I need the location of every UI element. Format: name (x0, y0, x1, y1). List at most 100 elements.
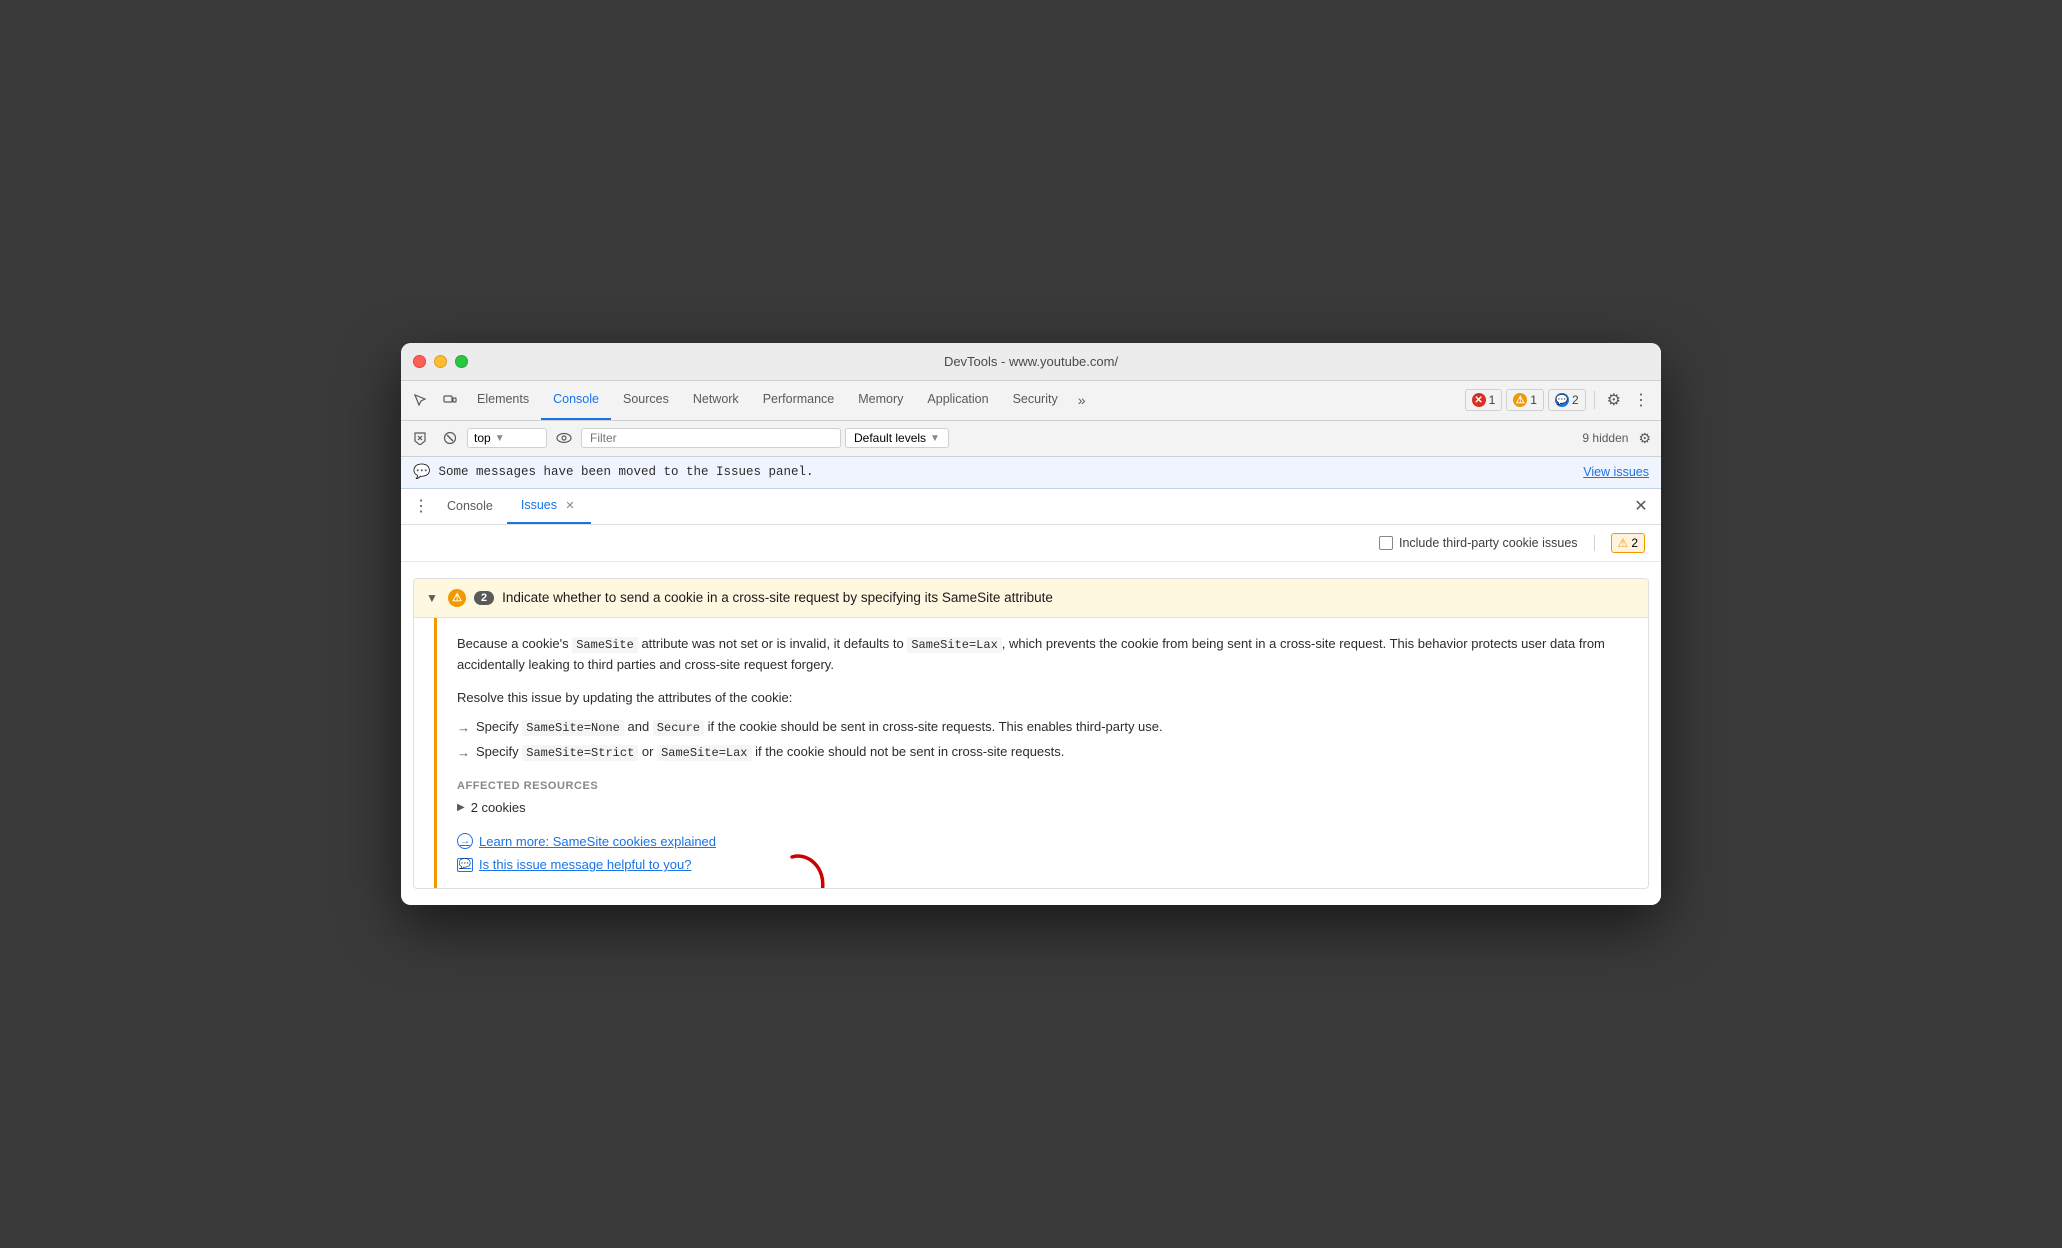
affected-section: AFFECTED RESOURCES ▶ 2 cookies (457, 780, 1628, 817)
bullet-1-text: Specify SameSite=None and Secure if the … (476, 717, 1163, 738)
clear-console-icon[interactable] (407, 425, 433, 451)
issue-count-badge: 2 (474, 591, 494, 605)
context-selector[interactable]: top ▼ (467, 428, 547, 448)
inspect-element-icon[interactable] (405, 385, 435, 415)
bullet-item-2: → Specify SameSite=Strict or SameSite=La… (457, 740, 1628, 766)
sub-tabs-bar: ⋮ Console Issues ✕ ✕ (401, 489, 1661, 525)
resolve-text: Resolve this issue by updating the attri… (457, 690, 1628, 705)
tab-sources[interactable]: Sources (611, 381, 681, 420)
learn-more-link[interactable]: → Learn more: SameSite cookies explained (457, 833, 1628, 849)
code-none: SameSite=None (522, 720, 624, 736)
warning-total-count: 2 (1631, 536, 1638, 550)
bullet-2-text: Specify SameSite=Strict or SameSite=Lax … (476, 742, 1064, 763)
issue-description: Because a cookie's SameSite attribute wa… (457, 634, 1628, 676)
close-button[interactable] (413, 355, 426, 368)
levels-label: Default levels (854, 431, 926, 445)
devtools-window: DevTools - www.youtube.com/ Elements Con… (401, 343, 1661, 906)
divider (1594, 535, 1595, 551)
sub-tab-more-icon[interactable]: ⋮ (409, 494, 433, 518)
bullet-list: → Specify SameSite=None and Secure if th… (457, 715, 1628, 767)
settings-icon[interactable]: ⚙ (1603, 386, 1625, 414)
bullet-arrow-2: → (457, 743, 470, 764)
issue-title: Indicate whether to send a cookie in a c… (502, 590, 1053, 605)
issues-banner: 💬 Some messages have been moved to the I… (401, 457, 1661, 489)
third-party-label-text: Include third-party cookie issues (1399, 536, 1578, 550)
learn-link-text: Learn more: SameSite cookies explained (479, 834, 716, 849)
warning-count: 1 (1530, 393, 1537, 407)
tab-elements[interactable]: Elements (465, 381, 541, 420)
warning-badge[interactable]: ⚠ 1 (1506, 389, 1544, 411)
console-toolbar: top ▼ Default levels ▼ 9 hidden ⚙ (401, 421, 1661, 457)
no-filter-icon[interactable] (437, 425, 463, 451)
info-count: 2 (1572, 393, 1579, 407)
main-content: Include third-party cookie issues ⚠ 2 ▼ … (401, 525, 1661, 906)
tab-console[interactable]: Console (541, 381, 611, 420)
third-party-checkbox[interactable] (1379, 536, 1393, 550)
tab-application[interactable]: Application (915, 381, 1000, 420)
warning-icon: ⚠ (1513, 393, 1527, 407)
tab-network[interactable]: Network (681, 381, 751, 420)
issues-panel: ▼ ⚠ 2 Indicate whether to send a cookie … (401, 562, 1661, 906)
filter-input[interactable] (581, 428, 841, 448)
levels-chevron-icon: ▼ (930, 433, 940, 444)
hidden-settings-icon[interactable]: ⚙ (1634, 426, 1655, 451)
code-lax2: SameSite=Lax (657, 745, 751, 761)
window-title: DevTools - www.youtube.com/ (944, 354, 1118, 369)
code-samesite1: SameSite (572, 637, 638, 653)
code-secure: Secure (653, 720, 704, 736)
maximize-button[interactable] (455, 355, 468, 368)
tab-performance[interactable]: Performance (751, 381, 847, 420)
sub-tabs-right: ✕ (1629, 494, 1653, 518)
bullet-arrow-1: → (457, 718, 470, 739)
tab-memory[interactable]: Memory (846, 381, 915, 420)
eye-icon[interactable] (551, 425, 577, 451)
affected-cookies-text: 2 cookies (471, 800, 526, 815)
info-icon: 💬 (1555, 393, 1569, 407)
hidden-count-area: 9 hidden ⚙ (1582, 426, 1655, 451)
code-samesite-lax1: SameSite=Lax (907, 637, 1001, 653)
device-toolbar-icon[interactable] (435, 385, 465, 415)
affected-label: AFFECTED RESOURCES (457, 780, 1628, 792)
hidden-count-text: 9 hidden (1582, 431, 1628, 445)
traffic-lights (413, 355, 468, 368)
more-options-icon[interactable]: ⋮ (1629, 386, 1653, 414)
error-badge[interactable]: ✕ 1 (1465, 389, 1503, 411)
error-icon: ✕ (1472, 393, 1486, 407)
learn-link-icon: → (457, 833, 473, 849)
feedback-link-text: Is this issue message helpful to you? (479, 857, 691, 872)
feedback-icon: 💬 (457, 858, 473, 872)
devtools-tabbar: Elements Console Sources Network Perform… (401, 381, 1661, 421)
context-label: top (474, 431, 491, 445)
devtools-toolbar-right: ✕ 1 ⚠ 1 💬 2 ⚙ ⋮ (1465, 386, 1657, 414)
titlebar: DevTools - www.youtube.com/ (401, 343, 1661, 381)
chevron-down-icon: ▼ (495, 433, 505, 444)
warning-count-badge: ⚠ 2 (1611, 533, 1645, 553)
view-issues-link[interactable]: View issues (1583, 465, 1649, 479)
affected-item-cookies[interactable]: ▶ 2 cookies (457, 798, 1628, 817)
red-arrow-annotation (777, 847, 857, 889)
issue-group-samesite: ▼ ⚠ 2 Indicate whether to send a cookie … (413, 578, 1649, 890)
bullet-item-1: → Specify SameSite=None and Secure if th… (457, 715, 1628, 741)
issue-body: Because a cookie's SameSite attribute wa… (434, 618, 1648, 889)
links-section: → Learn more: SameSite cookies explained… (457, 833, 1628, 872)
feedback-link[interactable]: 💬 Is this issue message helpful to you? (457, 857, 1628, 872)
issues-banner-text: Some messages have been moved to the Iss… (438, 465, 813, 479)
issue-warning-icon: ⚠ (448, 589, 466, 607)
sub-tab-issues[interactable]: Issues ✕ (507, 489, 591, 524)
issue-header[interactable]: ▼ ⚠ 2 Indicate whether to send a cookie … (414, 579, 1648, 618)
tab-nav: Elements Console Sources Network Perform… (465, 381, 1465, 420)
sub-tab-console[interactable]: Console (433, 489, 507, 524)
affected-arrow-icon: ▶ (457, 802, 465, 813)
levels-selector[interactable]: Default levels ▼ (845, 428, 949, 448)
third-party-row: Include third-party cookie issues ⚠ 2 (401, 525, 1661, 562)
close-panel-button[interactable]: ✕ (1629, 494, 1653, 518)
tab-more-button[interactable]: » (1070, 381, 1094, 420)
tab-security[interactable]: Security (1001, 381, 1070, 420)
info-badge[interactable]: 💬 2 (1548, 389, 1586, 411)
warning-sm-icon: ⚠ (1618, 536, 1629, 550)
minimize-button[interactable] (434, 355, 447, 368)
issues-banner-icon: 💬 (413, 464, 430, 481)
third-party-checkbox-label[interactable]: Include third-party cookie issues (1379, 536, 1578, 550)
error-count: 1 (1489, 393, 1496, 407)
close-issues-tab[interactable]: ✕ (563, 498, 577, 512)
